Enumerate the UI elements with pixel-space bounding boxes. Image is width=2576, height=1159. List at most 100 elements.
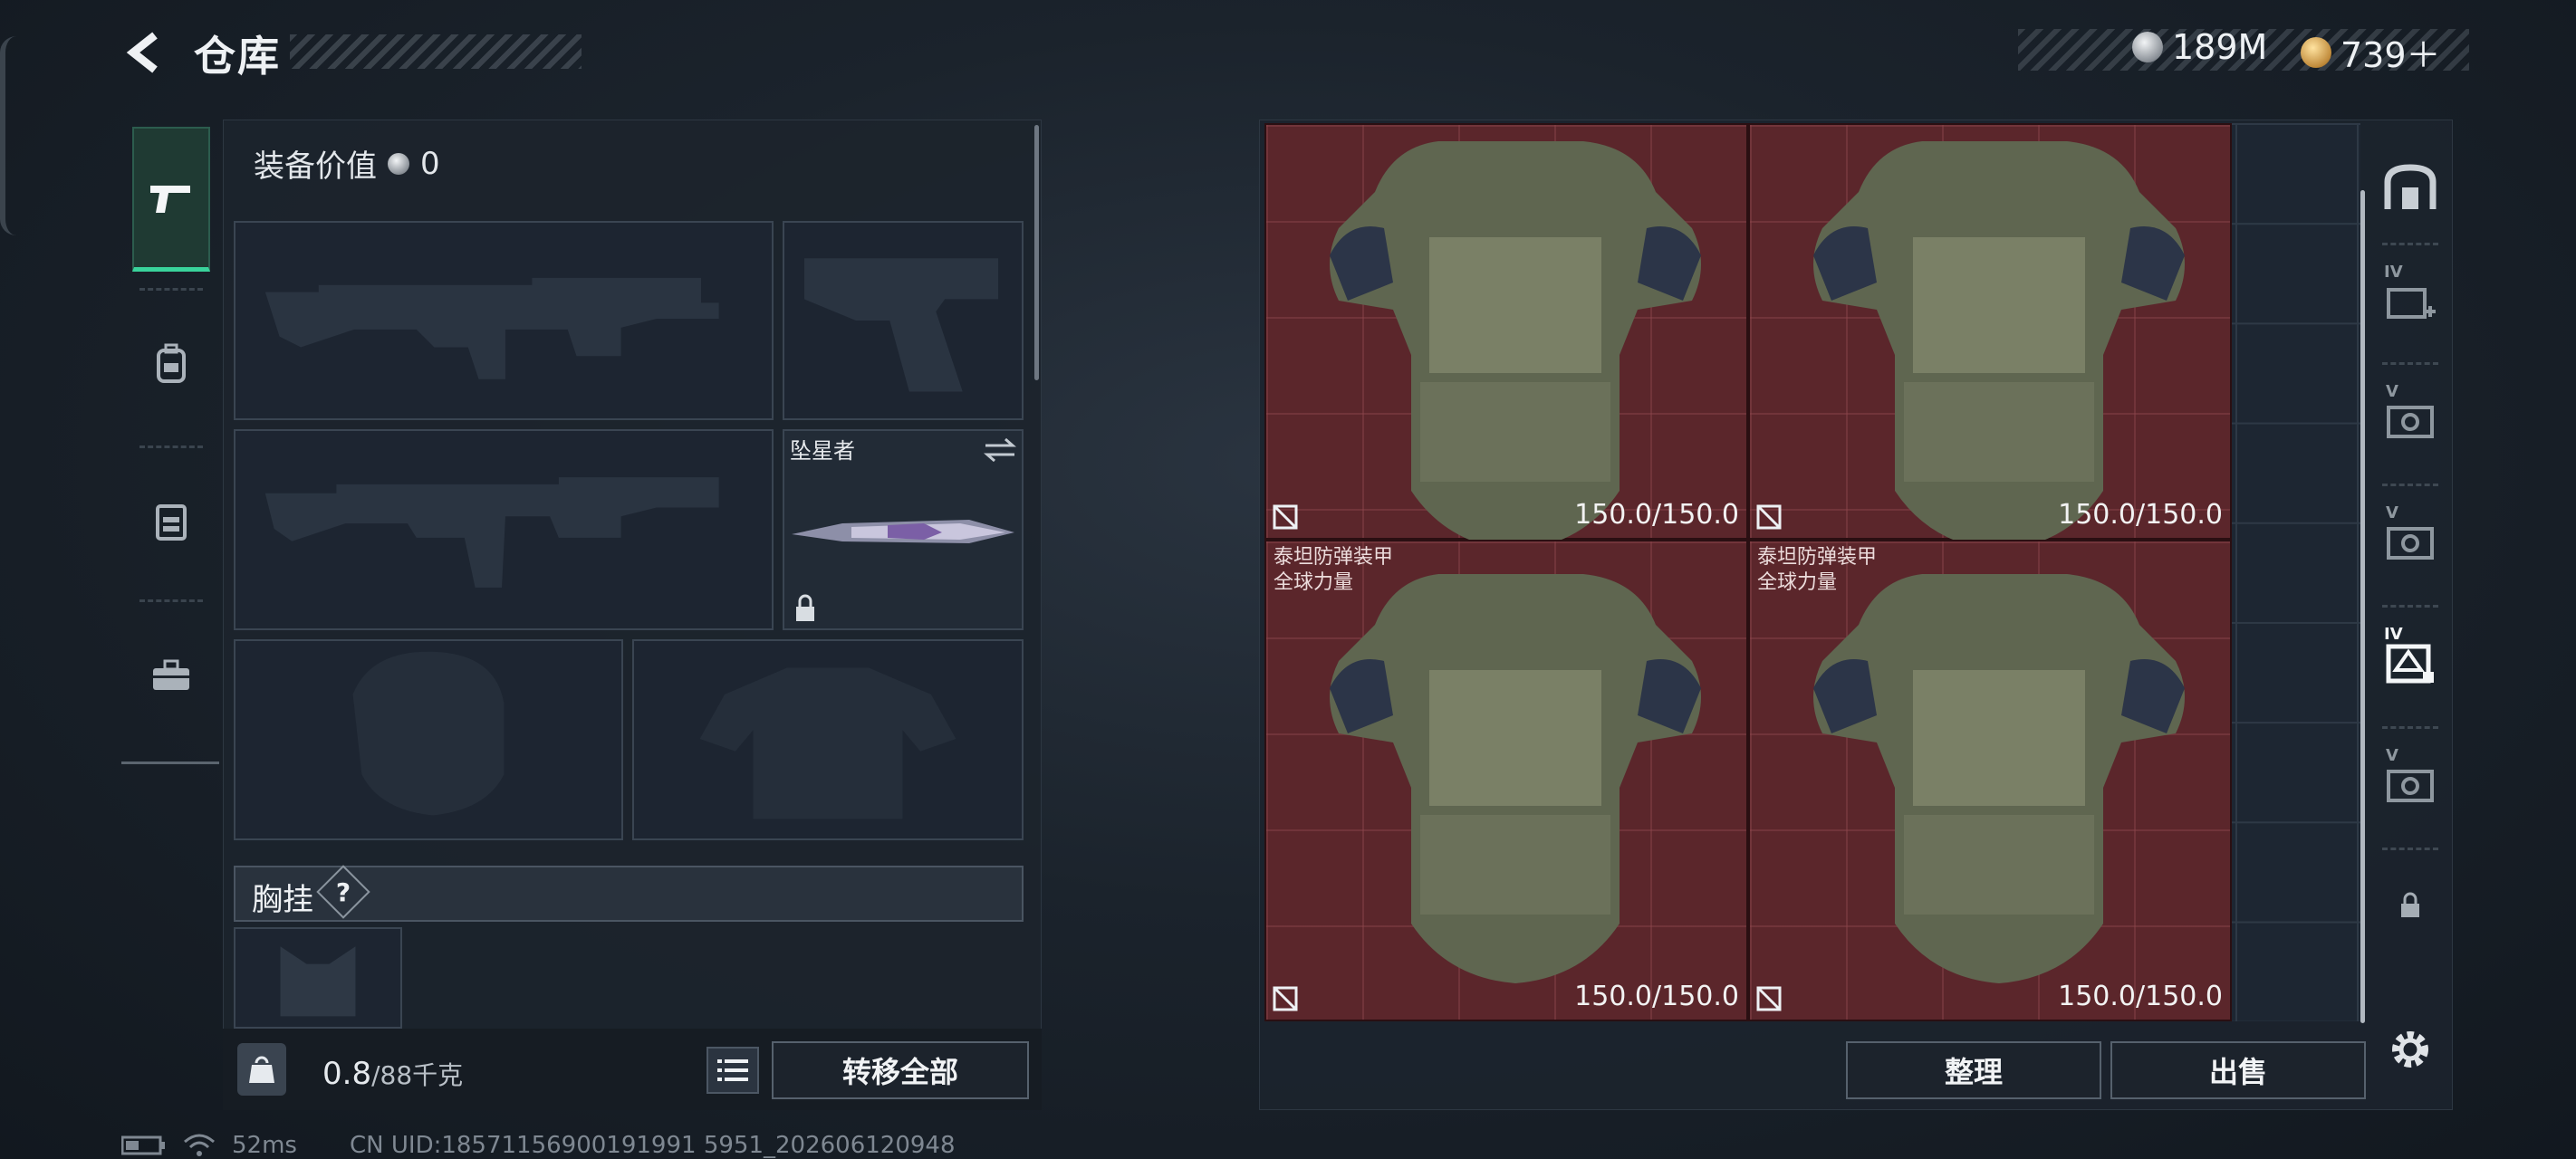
no-transfer-icon xyxy=(1756,504,1782,530)
swap-icon[interactable] xyxy=(982,436,1018,464)
tab-chest-rig[interactable] xyxy=(132,449,210,594)
backpack-plus-icon xyxy=(2387,288,2436,319)
container-rail: IV V V IV V xyxy=(2371,125,2449,1003)
rail-divider xyxy=(2382,605,2438,608)
safe-box-icon xyxy=(2384,164,2437,209)
lock-icon xyxy=(2401,892,2419,917)
chest-rig-label: 胸挂 xyxy=(252,882,313,918)
item-durability: 150.0/150.0 xyxy=(2058,981,2223,1012)
primary-weapon-slot[interactable] xyxy=(234,221,774,420)
page-title: 仓库 xyxy=(194,32,281,81)
case-v-icon xyxy=(2387,770,2434,802)
melee-knife-image xyxy=(792,520,1014,543)
body-armor-slot[interactable] xyxy=(632,639,1024,840)
item-durability: 150.0/150.0 xyxy=(2058,499,2223,531)
kettlebell-icon xyxy=(249,1056,274,1083)
container-tier: V xyxy=(2386,382,2398,401)
silver-currency[interactable]: 189M xyxy=(2132,27,2267,67)
chest-rig-icon xyxy=(156,504,187,541)
tab-weapons[interactable] xyxy=(132,127,210,272)
container-tier: IV xyxy=(2384,625,2403,644)
gold-coin-icon xyxy=(2301,36,2331,68)
user-uid: CN UID:18571156900191991 5951_2026061209… xyxy=(350,1132,956,1159)
storage-item[interactable]: 泰坦防弹装甲 全球力量 150.0/150.0 xyxy=(1748,540,2232,1021)
pistol-icon xyxy=(150,185,190,213)
silver-currency-value: 189M xyxy=(2172,27,2268,67)
no-transfer-icon xyxy=(1273,504,1298,530)
rail-divider xyxy=(2382,848,2438,850)
item-durability: 150.0/150.0 xyxy=(1574,981,1739,1012)
secondary-weapon-slot[interactable] xyxy=(234,429,774,630)
tab-divider xyxy=(139,599,203,602)
lock-icon xyxy=(796,594,814,621)
silver-coin-icon xyxy=(388,152,409,175)
body-armor-image xyxy=(1813,574,2185,983)
equipment-scrollbar[interactable] xyxy=(1034,125,1039,380)
case-iv-selected-icon xyxy=(2386,644,2434,684)
container-case-v[interactable]: V xyxy=(2371,487,2449,596)
item-name: 泰坦防弹装甲 全球力量 xyxy=(1274,546,1394,594)
gold-currency-value: 739＋ xyxy=(2341,35,2441,75)
toolbox-icon xyxy=(153,659,189,690)
weight-readout: 0.8/88千克 xyxy=(322,1056,463,1092)
rail-divider xyxy=(2382,726,2438,729)
container-case-iv-selected[interactable]: IV xyxy=(2371,608,2449,717)
container-backpack-plus[interactable]: IV xyxy=(2371,246,2449,355)
list-icon xyxy=(717,1059,748,1081)
tab-backpack[interactable] xyxy=(132,292,210,436)
helmet-silhouette-icon xyxy=(352,651,505,816)
transfer-all-button[interactable]: 转移全部 xyxy=(772,1041,1029,1099)
sell-button[interactable]: 出售 xyxy=(2110,1041,2366,1099)
sort-button[interactable]: 整理 xyxy=(1846,1041,2101,1099)
chest-rig-slot[interactable] xyxy=(234,927,402,1029)
body-armor-image xyxy=(1330,141,1701,551)
no-transfer-icon xyxy=(1756,986,1782,1011)
ping-value: 52ms xyxy=(232,1132,297,1159)
container-tier: V xyxy=(2386,503,2398,522)
gold-currency[interactable]: 739＋ xyxy=(2301,27,2441,77)
body-armor-image xyxy=(1813,141,2185,551)
weight-capacity: /88千克 xyxy=(371,1060,464,1090)
status-bar: 52ms xyxy=(121,1132,297,1159)
storage-item[interactable]: 泰坦防弹装甲 全球力量 150.0/150.0 xyxy=(1264,540,1748,1021)
tab-divider xyxy=(139,288,203,291)
equipment-value: 装备价值 0 xyxy=(254,141,440,186)
settings-button[interactable] xyxy=(2382,1021,2438,1078)
melee-item-name: 坠星者 xyxy=(790,438,855,464)
equipment-value-label: 装备价值 xyxy=(254,148,377,185)
tab-divider xyxy=(139,445,203,448)
weight-current: 0.8 xyxy=(322,1056,372,1092)
no-transfer-icon xyxy=(1273,986,1298,1011)
body-armor-image xyxy=(1330,574,1701,983)
back-button[interactable] xyxy=(118,25,172,80)
list-view-button[interactable] xyxy=(706,1047,759,1094)
item-durability: 150.0/150.0 xyxy=(1574,499,1739,531)
pistol-silhouette-icon xyxy=(804,258,999,392)
rail-divider xyxy=(2382,243,2438,245)
rifle-silhouette-icon xyxy=(264,477,719,588)
backpack-icon xyxy=(157,343,186,383)
tab-toolbox[interactable] xyxy=(132,603,210,748)
rail-divider xyxy=(2382,362,2438,365)
rig-silhouette-icon xyxy=(280,946,356,1017)
container-locked[interactable] xyxy=(2371,851,2449,960)
battery-icon xyxy=(121,1135,165,1155)
container-case-v[interactable]: V xyxy=(2371,730,2449,838)
helmet-slot[interactable] xyxy=(234,639,623,840)
help-mark: ? xyxy=(335,876,351,907)
rifle-silhouette-icon xyxy=(264,277,719,379)
container-case-v[interactable]: V xyxy=(2371,366,2449,474)
case-v-icon xyxy=(2387,406,2434,438)
title-decoration xyxy=(290,34,582,69)
storage-scrollbar[interactable] xyxy=(2360,190,2365,1023)
back-arrow-icon xyxy=(126,32,158,73)
case-v-icon xyxy=(2387,527,2434,560)
container-safe-box[interactable] xyxy=(2371,134,2449,243)
armor-silhouette-icon xyxy=(699,667,956,819)
storage-item[interactable]: 150.0/150.0 xyxy=(1264,123,1748,551)
storage-item[interactable]: 150.0/150.0 xyxy=(1748,123,2232,551)
silver-coin-icon xyxy=(2132,32,2163,62)
item-name: 泰坦防弹装甲 全球力量 xyxy=(1757,546,1878,594)
sidearm-slot[interactable] xyxy=(783,221,1024,420)
gear-icon xyxy=(2392,1031,2428,1068)
